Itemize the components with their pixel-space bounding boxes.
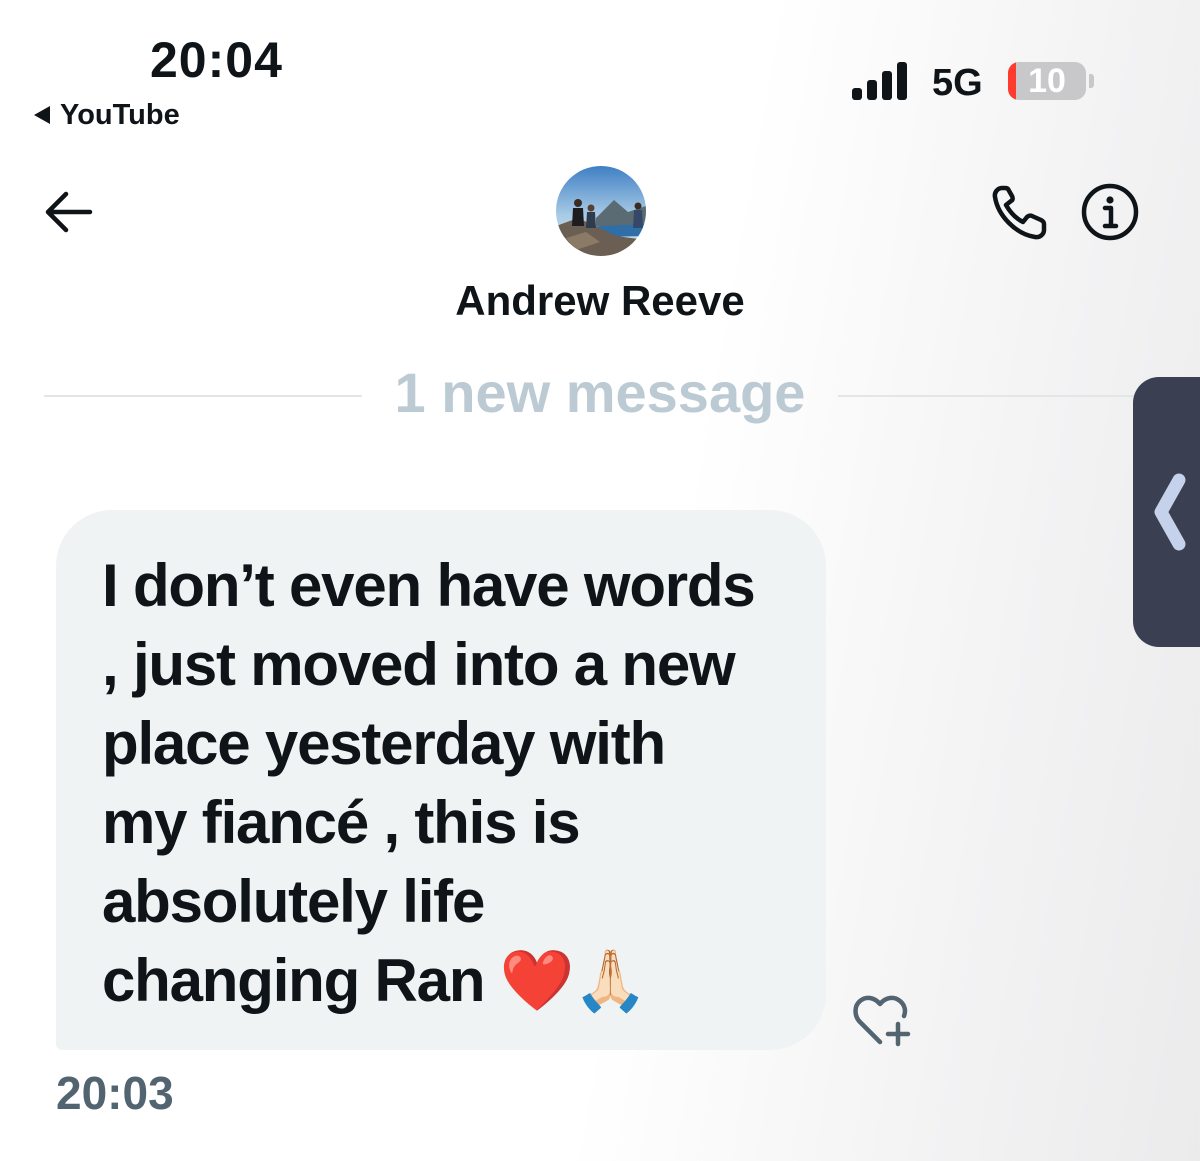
network-type-label: 5G xyxy=(932,62,983,104)
status-time: 20:04 xyxy=(150,32,283,88)
divider-line-left xyxy=(44,395,362,397)
back-arrow-icon[interactable] xyxy=(40,184,96,240)
new-message-divider-label: 1 new message xyxy=(394,361,806,424)
side-panel-handle[interactable] xyxy=(1133,377,1200,647)
battery-icon: 10 xyxy=(1008,62,1086,100)
info-icon[interactable] xyxy=(1080,182,1140,242)
battery-level-text: 10 xyxy=(1028,62,1066,100)
add-reaction-icon[interactable] xyxy=(850,990,916,1050)
battery-nub xyxy=(1089,74,1094,88)
back-to-app-link[interactable]: YouTube xyxy=(34,97,180,133)
message-bubble[interactable]: I don’t even have words , just moved int… xyxy=(56,510,826,1050)
message-text: I don’t even have words , just moved int… xyxy=(102,552,756,1014)
contact-name[interactable]: Andrew Reeve xyxy=(0,276,1200,326)
divider-line-right xyxy=(838,395,1138,397)
back-app-label: YouTube xyxy=(60,99,180,131)
chevron-left-icon xyxy=(1154,473,1186,551)
signal-strength-icon xyxy=(852,62,907,100)
avatar[interactable] xyxy=(556,166,646,256)
message-timestamp: 20:03 xyxy=(56,1067,174,1119)
back-triangle-icon xyxy=(34,106,50,124)
phone-icon[interactable] xyxy=(988,180,1052,244)
